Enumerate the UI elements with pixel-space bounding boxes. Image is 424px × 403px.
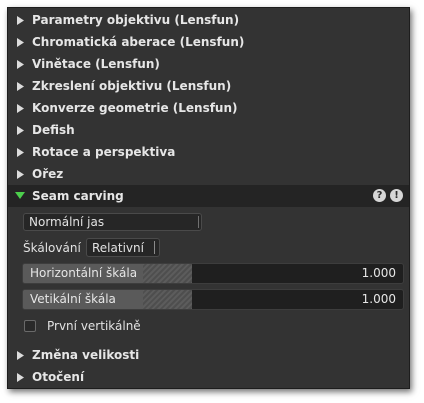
first-vertical-checkbox[interactable] — [24, 320, 36, 332]
expand-arrow-icon — [8, 119, 32, 141]
expand-arrow-icon — [8, 53, 32, 75]
mode-combobox-value: Normální jas — [29, 215, 105, 229]
section-label: Konverze geometrie (Lensfun) — [32, 101, 238, 115]
checkbox-label: První vertikálně — [47, 319, 141, 333]
section-label: Rotace a perspektiva — [32, 145, 176, 159]
expand-arrow-icon — [8, 31, 32, 53]
section-vignetting[interactable]: Vinětace (Lensfun) — [8, 53, 409, 75]
slider-value: 1.000 — [361, 266, 396, 280]
expand-arrow-icon — [8, 163, 32, 185]
question-icon[interactable]: ? — [373, 189, 386, 202]
header-icons: ? ! — [373, 189, 403, 202]
scaling-combobox-value: Relativní — [92, 240, 144, 255]
exclamation-icon[interactable]: ! — [390, 189, 403, 202]
vertical-scale-slider[interactable]: Vetikální škála 1.000 — [22, 289, 404, 310]
combobox-handle — [154, 241, 155, 254]
slider-label: Vetikální škála — [30, 292, 116, 306]
section-label: Seam carving — [32, 189, 124, 203]
section-label: Zkreslení objektivu (Lensfun) — [32, 79, 232, 93]
expand-arrow-icon — [8, 75, 32, 97]
mode-combobox[interactable]: Normální jas — [23, 213, 202, 231]
section-crop[interactable]: Ořez — [8, 163, 409, 185]
scaling-combobox[interactable]: Relativní — [86, 238, 160, 257]
expand-arrow-icon — [8, 366, 32, 388]
section-label: Otočení — [32, 370, 85, 384]
section-label: Ořez — [32, 167, 64, 181]
section-resize[interactable]: Změna velikosti — [8, 344, 409, 366]
section-chromatic-aberration[interactable]: Chromatická aberace (Lensfun) — [8, 31, 409, 53]
expand-arrow-icon — [8, 9, 32, 31]
section-label: Chromatická aberace (Lensfun) — [32, 35, 245, 49]
section-label: Defish — [32, 123, 75, 137]
section-rotation-perspective[interactable]: Rotace a perspektiva — [8, 141, 409, 163]
scaling-label: Škálování — [23, 241, 81, 255]
slider-label: Horizontální škála — [30, 266, 138, 280]
section-lens-parameters[interactable]: Parametry objektivu (Lensfun) — [8, 9, 409, 31]
section-geometry-conversion[interactable]: Konverze geometrie (Lensfun) — [8, 97, 409, 119]
expand-arrow-icon — [8, 141, 32, 163]
horizontal-scale-slider[interactable]: Horizontální škála 1.000 — [22, 263, 404, 284]
tool-panel: Parametry objektivu (Lensfun) Chromatick… — [7, 7, 410, 389]
section-label: Vinětace (Lensfun) — [32, 57, 160, 71]
expand-arrow-icon — [8, 344, 32, 366]
collapse-arrow-icon — [8, 185, 32, 207]
section-label: Parametry objektivu (Lensfun) — [32, 13, 240, 27]
section-seam-carving[interactable]: Seam carving ? ! — [8, 185, 409, 207]
section-label: Změna velikosti — [32, 348, 140, 362]
section-defish[interactable]: Defish — [8, 119, 409, 141]
combobox-handle — [198, 216, 199, 228]
section-lens-distortion[interactable]: Zkreslení objektivu (Lensfun) — [8, 75, 409, 97]
section-rotation[interactable]: Otočení — [8, 366, 409, 388]
slider-value: 1.000 — [361, 292, 396, 306]
expand-arrow-icon — [8, 97, 32, 119]
first-vertical-option[interactable]: První vertikálně — [24, 317, 141, 335]
